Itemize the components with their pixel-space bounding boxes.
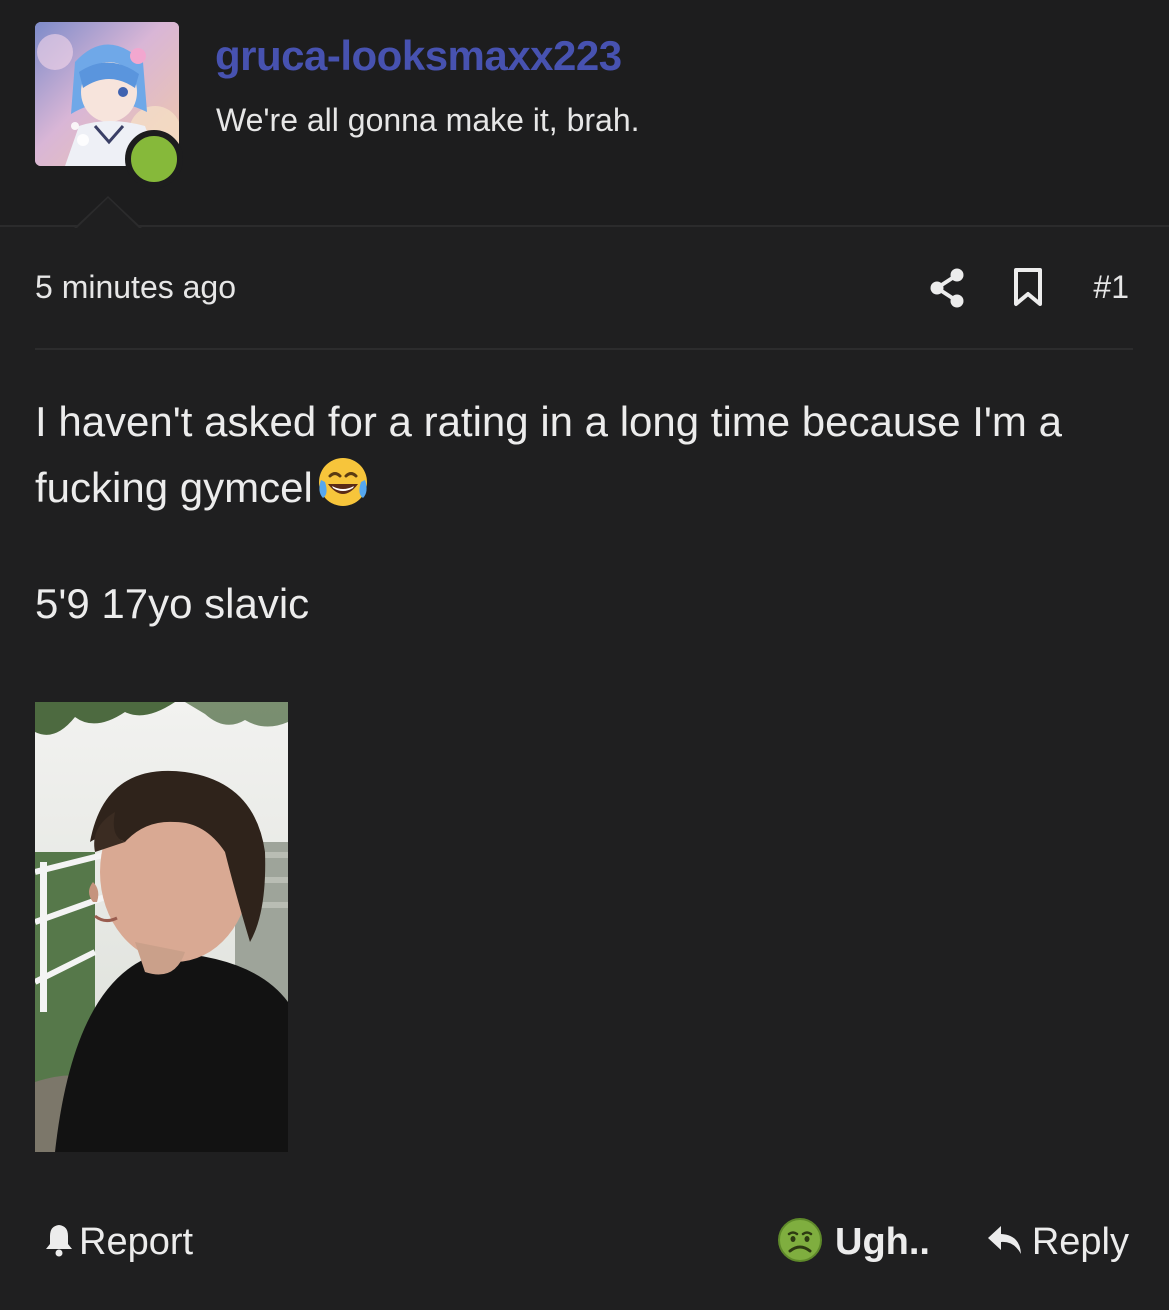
post-timestamp[interactable]: 5 minutes ago — [35, 269, 236, 306]
post-footer: Report Ugh.. Reply — [35, 1215, 1133, 1275]
post-text: I haven't asked for a rating in a long t… — [35, 398, 1062, 511]
post-number-link[interactable]: #1 — [1093, 269, 1129, 306]
post-stats: 5'9 17yo slavic — [35, 580, 310, 627]
nauseated-face-icon — [777, 1217, 823, 1268]
user-title: We're all gonna make it, brah. — [216, 102, 640, 138]
meta-divider — [35, 348, 1133, 350]
reply-arrow-icon — [986, 1223, 1024, 1262]
report-button[interactable]: Report — [43, 1221, 193, 1264]
bell-icon — [43, 1222, 75, 1263]
online-status-indicator — [125, 130, 183, 188]
user-header: gruca-looksmaxx223 We're all gonna make … — [0, 0, 1169, 229]
bookmark-icon[interactable] — [1013, 267, 1043, 314]
post-text-line: I haven't asked for a rating in a long t… — [35, 390, 1135, 528]
reply-label: Reply — [1031, 1221, 1129, 1263]
header-pointer-arrow — [74, 196, 142, 229]
reaction-label: Ugh.. — [835, 1221, 930, 1263]
report-label: Report — [79, 1221, 194, 1263]
post-meta: 5 minutes ago #1 — [35, 265, 1133, 315]
post-body: I haven't asked for a rating in a long t… — [35, 390, 1135, 528]
username-link[interactable]: gruca-looksmaxx223 — [215, 32, 622, 80]
reply-button[interactable]: Reply — [986, 1221, 1129, 1264]
reaction-button[interactable]: Ugh.. — [777, 1217, 930, 1268]
photo-attachment[interactable] — [35, 702, 288, 1152]
share-icon[interactable] — [929, 267, 965, 314]
tears-of-joy-icon — [315, 454, 371, 528]
